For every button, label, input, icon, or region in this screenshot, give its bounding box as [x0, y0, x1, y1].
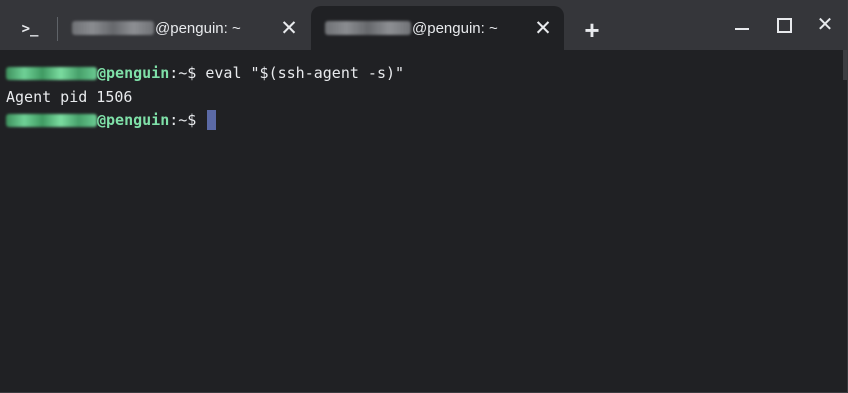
terminal-line: @penguin:~$ eval "$(ssh-agent -s)": [6, 62, 404, 84]
terminal-prompt-icon[interactable]: >_: [12, 12, 48, 46]
terminal-line: @penguin:~$: [6, 109, 217, 131]
command-text: [196, 109, 205, 131]
prompt-host: @penguin: [97, 64, 170, 82]
command-text: eval "$(ssh-agent -s)": [196, 64, 405, 82]
minimize-button[interactable]: [725, 8, 759, 42]
prompt-path: :~$: [169, 64, 197, 82]
terminal-window: >_ @penguin: ~ ✕ @penguin: ~ ✕ + ✕ @peng…: [0, 0, 848, 393]
redacted-username: [72, 21, 154, 35]
redacted-username: [325, 21, 411, 35]
terminal-line: Agent pid 1506: [6, 86, 132, 108]
close-icon[interactable]: ✕: [274, 13, 304, 43]
window-close-button[interactable]: ✕: [808, 8, 842, 42]
redacted-username: [6, 113, 97, 127]
tab-title: @penguin: ~: [72, 20, 274, 37]
tab-title-text: @penguin: ~: [412, 19, 498, 37]
redacted-username: [6, 66, 97, 80]
maximize-button[interactable]: [767, 8, 801, 42]
tab-strip: >_ @penguin: ~ ✕ @penguin: ~ ✕ + ✕: [0, 0, 848, 50]
prompt-path: :~$: [169, 111, 197, 129]
close-icon: ✕: [816, 14, 834, 36]
tab-title-text: @penguin: ~: [155, 19, 241, 37]
tab-title: @penguin: ~: [325, 20, 528, 37]
terminal-output[interactable]: @penguin:~$ eval "$(ssh-agent -s)" Agent…: [0, 50, 848, 393]
output-text: Agent pid 1506: [6, 88, 133, 106]
maximize-icon: [776, 17, 792, 33]
tab-active[interactable]: @penguin: ~ ✕: [311, 6, 564, 50]
close-icon[interactable]: ✕: [528, 13, 558, 43]
minimize-icon: [735, 28, 749, 30]
prompt-host: @penguin: [97, 111, 170, 129]
plus-icon[interactable]: +: [576, 14, 608, 46]
text-cursor: [207, 110, 217, 130]
tab-inactive[interactable]: @penguin: ~ ✕: [58, 6, 310, 50]
